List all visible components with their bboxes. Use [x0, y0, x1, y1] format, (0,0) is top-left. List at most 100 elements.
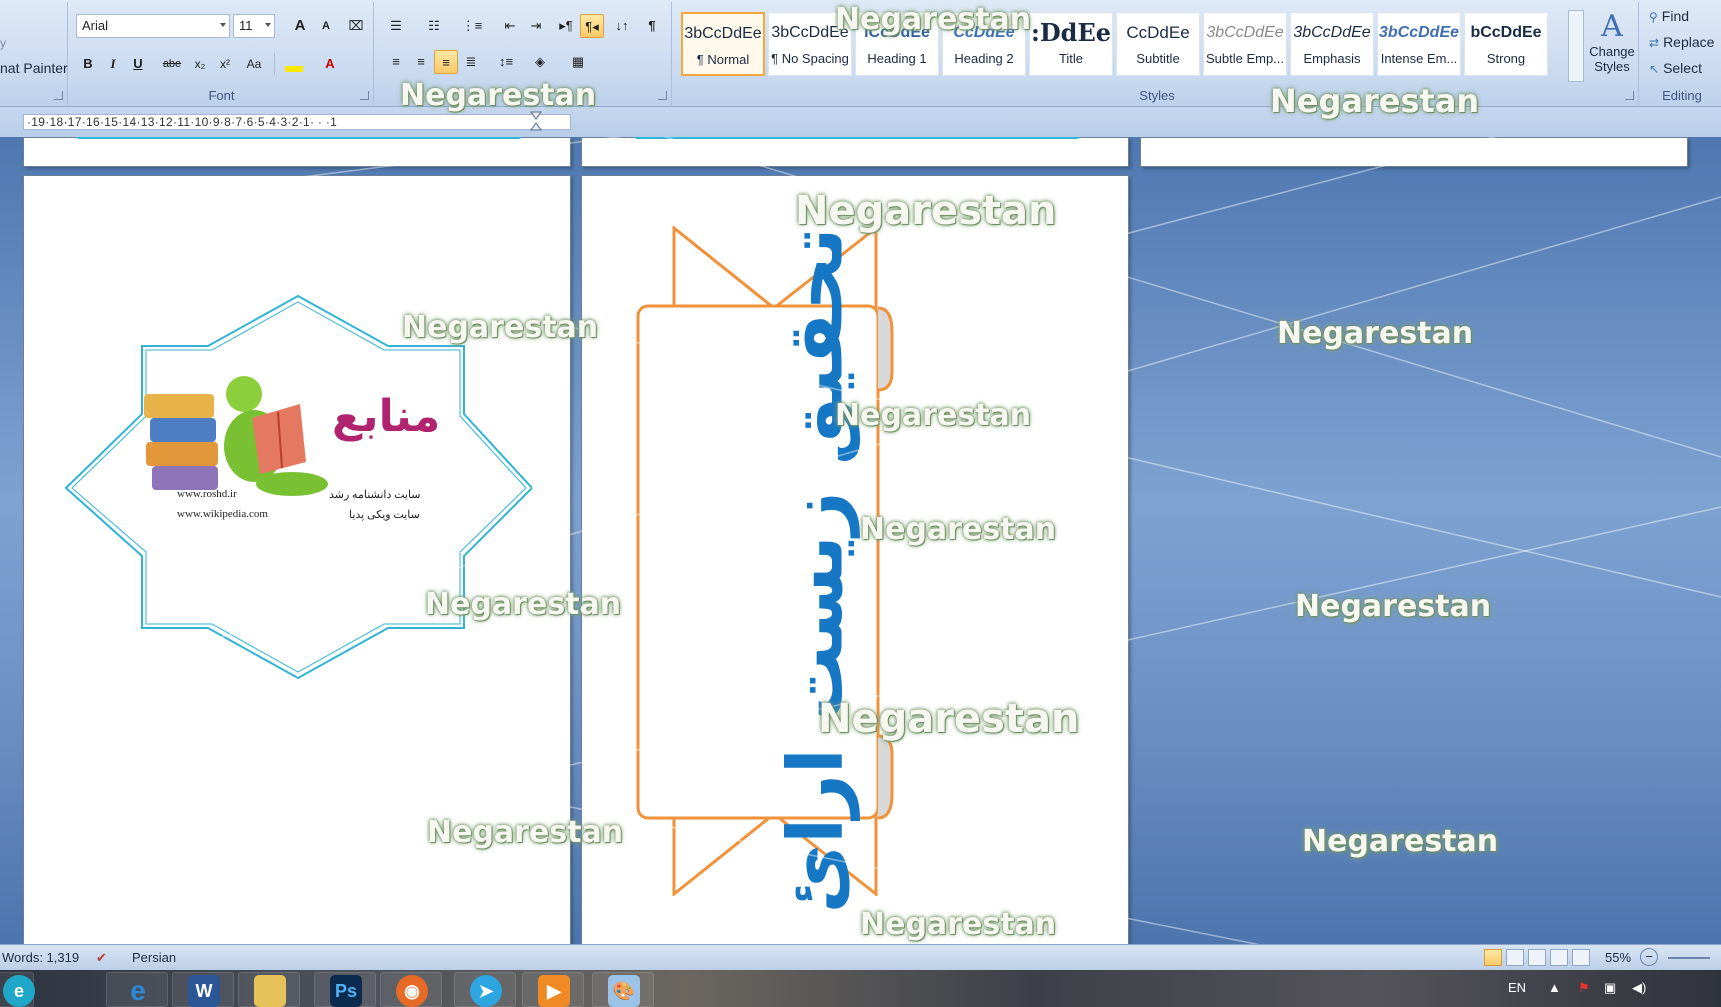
spelling-check-icon[interactable]: ✔: [96, 950, 107, 966]
numbering-icon[interactable]: ☷: [422, 14, 446, 38]
word-icon: W: [188, 975, 220, 1007]
taskbar-app-word[interactable]: W: [172, 972, 234, 1007]
style-emphasis[interactable]: 3bCcDdEe Emphasis: [1290, 12, 1374, 76]
indent-marker-icon[interactable]: [530, 111, 542, 133]
media-player-icon: ▶: [538, 975, 570, 1007]
italic-button[interactable]: I: [101, 52, 125, 76]
change-styles-button[interactable]: A Change Styles: [1588, 10, 1636, 75]
page-title-banner[interactable]: تحقیق زیست ارائ: [581, 175, 1129, 944]
change-case-button[interactable]: Aa: [238, 52, 270, 76]
highlight-button[interactable]: [278, 52, 310, 76]
find-button[interactable]: ⚲ Find: [1649, 8, 1689, 24]
style-heading-1[interactable]: lCcDdEe Heading 1: [855, 12, 939, 76]
taskbar-app-edge[interactable]: e: [0, 972, 35, 1007]
styles-dialog-launcher-icon[interactable]: [1625, 91, 1634, 100]
subscript-button[interactable]: x₂: [188, 52, 212, 76]
page-bottom-edge: [1140, 137, 1688, 167]
sort-icon[interactable]: ↓↑: [610, 14, 634, 38]
page-sources[interactable]: منابع سایت دانشنامه رشد www.roshd.ir سای…: [23, 175, 571, 944]
style-preview: 3bCcDdEe: [684, 25, 762, 42]
font-group: Arial 11 A A ⌧ B I U abe x₂ x² Aa A Font: [70, 2, 374, 105]
web-layout-view-icon[interactable]: [1528, 949, 1546, 966]
style-normal[interactable]: 3bCcDdEe ¶ Normal: [681, 12, 765, 76]
style-name: Heading 1: [867, 51, 927, 66]
select-button[interactable]: ↖ Select: [1649, 60, 1702, 76]
strikethrough-button[interactable]: abe: [160, 52, 184, 76]
edge-icon: e: [3, 975, 35, 1007]
language-indicator[interactable]: Persian: [132, 950, 176, 965]
style-preview: 3bCcDdEe: [1206, 24, 1284, 41]
taskbar-app-media-player[interactable]: ▶: [522, 972, 584, 1007]
flag-icon[interactable]: ⚑: [1578, 980, 1590, 996]
styles-gallery-scroll[interactable]: [1568, 10, 1584, 82]
align-center-icon[interactable]: ≡: [409, 50, 433, 74]
style-strong[interactable]: bCcDdEe Strong: [1464, 12, 1548, 76]
style-name: Emphasis: [1303, 51, 1361, 66]
volume-icon[interactable]: ◀): [1632, 980, 1646, 996]
style-title[interactable]: :DdEe Title: [1029, 12, 1113, 76]
taskbar-app-photoshop[interactable]: Ps: [314, 972, 376, 1007]
source-url: www.wikipedia.com: [177, 508, 268, 520]
style-preview: 3bCcDdEe: [1293, 24, 1371, 41]
style-heading-2[interactable]: CcDdEe Heading 2: [942, 12, 1026, 76]
clipboard-dialog-launcher-icon[interactable]: [54, 91, 63, 100]
taskbar-app-ie[interactable]: e: [106, 972, 168, 1007]
shading-icon[interactable]: ◈: [528, 50, 552, 74]
align-left-icon[interactable]: ≡: [384, 50, 408, 74]
chevron-up-icon[interactable]: ▲: [1548, 980, 1561, 995]
font-name-combo[interactable]: Arial: [76, 14, 230, 38]
line-spacing-icon[interactable]: ↕≡: [494, 50, 518, 74]
horizontal-ruler[interactable]: ·19·18·17·16·15·14·13·12·11·10·9·8·7·6·5…: [23, 114, 571, 130]
cursor-icon: ↖: [1649, 62, 1660, 76]
page-bottom-edge: [581, 137, 1129, 167]
justify-icon[interactable]: ≣: [459, 50, 483, 74]
zoom-out-icon[interactable]: −: [1640, 948, 1658, 966]
find-label: Find: [1661, 8, 1690, 24]
print-layout-view-icon[interactable]: [1484, 949, 1502, 966]
grow-font-button[interactable]: A: [288, 14, 312, 38]
taskbar-app-paint[interactable]: 🎨: [592, 972, 654, 1007]
full-screen-reading-view-icon[interactable]: [1506, 949, 1524, 966]
banner-title: تحقیق زیست ارائ: [770, 227, 860, 914]
input-language[interactable]: EN: [1508, 980, 1526, 995]
font-dialog-launcher-icon[interactable]: [360, 91, 369, 100]
clipboard-group: y nat Painter: [0, 2, 68, 105]
draft-view-icon[interactable]: [1572, 949, 1590, 966]
superscript-button[interactable]: x²: [213, 52, 237, 76]
style-name: ¶ Normal: [696, 52, 750, 67]
paragraph-dialog-launcher-icon[interactable]: [658, 91, 667, 100]
increase-indent-icon[interactable]: ⇥: [524, 14, 548, 38]
taskbar-app-explorer[interactable]: [238, 972, 300, 1007]
replace-button[interactable]: ⇄ Replace: [1649, 34, 1714, 50]
divider: [274, 53, 275, 75]
shrink-font-button[interactable]: A: [314, 14, 338, 38]
decrease-indent-icon[interactable]: ⇤: [498, 14, 522, 38]
multilevel-list-icon[interactable]: ⋮≡: [460, 14, 484, 38]
clear-formatting-icon[interactable]: ⌧: [344, 14, 368, 38]
word-count[interactable]: Words: 1,319: [2, 950, 79, 965]
paragraph-group: ☰ ☷ ⋮≡ ⇤ ⇥ ▸¶ ¶◂ ↓↑ ¶ ≡ ≡ ≡ ≣ ↕≡ ◈ ▦: [378, 2, 672, 105]
style-intense-emphasis[interactable]: 3bCcDdEe Intense Em...: [1377, 12, 1461, 76]
ltr-direction-icon[interactable]: ▸¶: [554, 14, 578, 38]
style-subtle-emphasis[interactable]: 3bCcDdEe Subtle Emp...: [1203, 12, 1287, 76]
format-painter-button[interactable]: nat Painter: [0, 60, 68, 76]
zoom-level[interactable]: 55%: [1605, 950, 1631, 965]
show-marks-button[interactable]: ¶: [640, 14, 664, 38]
outline-view-icon[interactable]: [1550, 949, 1568, 966]
font-color-button[interactable]: A: [314, 52, 346, 76]
document-area[interactable]: منابع سایت دانشنامه رشد www.roshd.ir سای…: [0, 137, 1721, 944]
font-size-combo[interactable]: 11: [233, 14, 275, 38]
taskbar-app-firefox[interactable]: ◉: [380, 972, 442, 1007]
rtl-direction-icon[interactable]: ¶◂: [580, 14, 604, 38]
photoshop-icon: Ps: [330, 975, 362, 1007]
bullets-icon[interactable]: ☰: [384, 14, 408, 38]
style-subtitle[interactable]: CcDdEe Subtitle: [1116, 12, 1200, 76]
align-right-icon[interactable]: ≡: [434, 50, 458, 74]
bold-button[interactable]: B: [76, 52, 100, 76]
underline-button[interactable]: U: [126, 52, 150, 76]
taskbar-app-telegram[interactable]: ➤: [454, 972, 516, 1007]
style-no-spacing[interactable]: 3bCcDdEe ¶ No Spacing: [768, 12, 852, 76]
borders-icon[interactable]: ▦: [566, 50, 590, 74]
zoom-slider[interactable]: [1668, 957, 1710, 959]
network-icon[interactable]: ▣: [1604, 980, 1616, 996]
